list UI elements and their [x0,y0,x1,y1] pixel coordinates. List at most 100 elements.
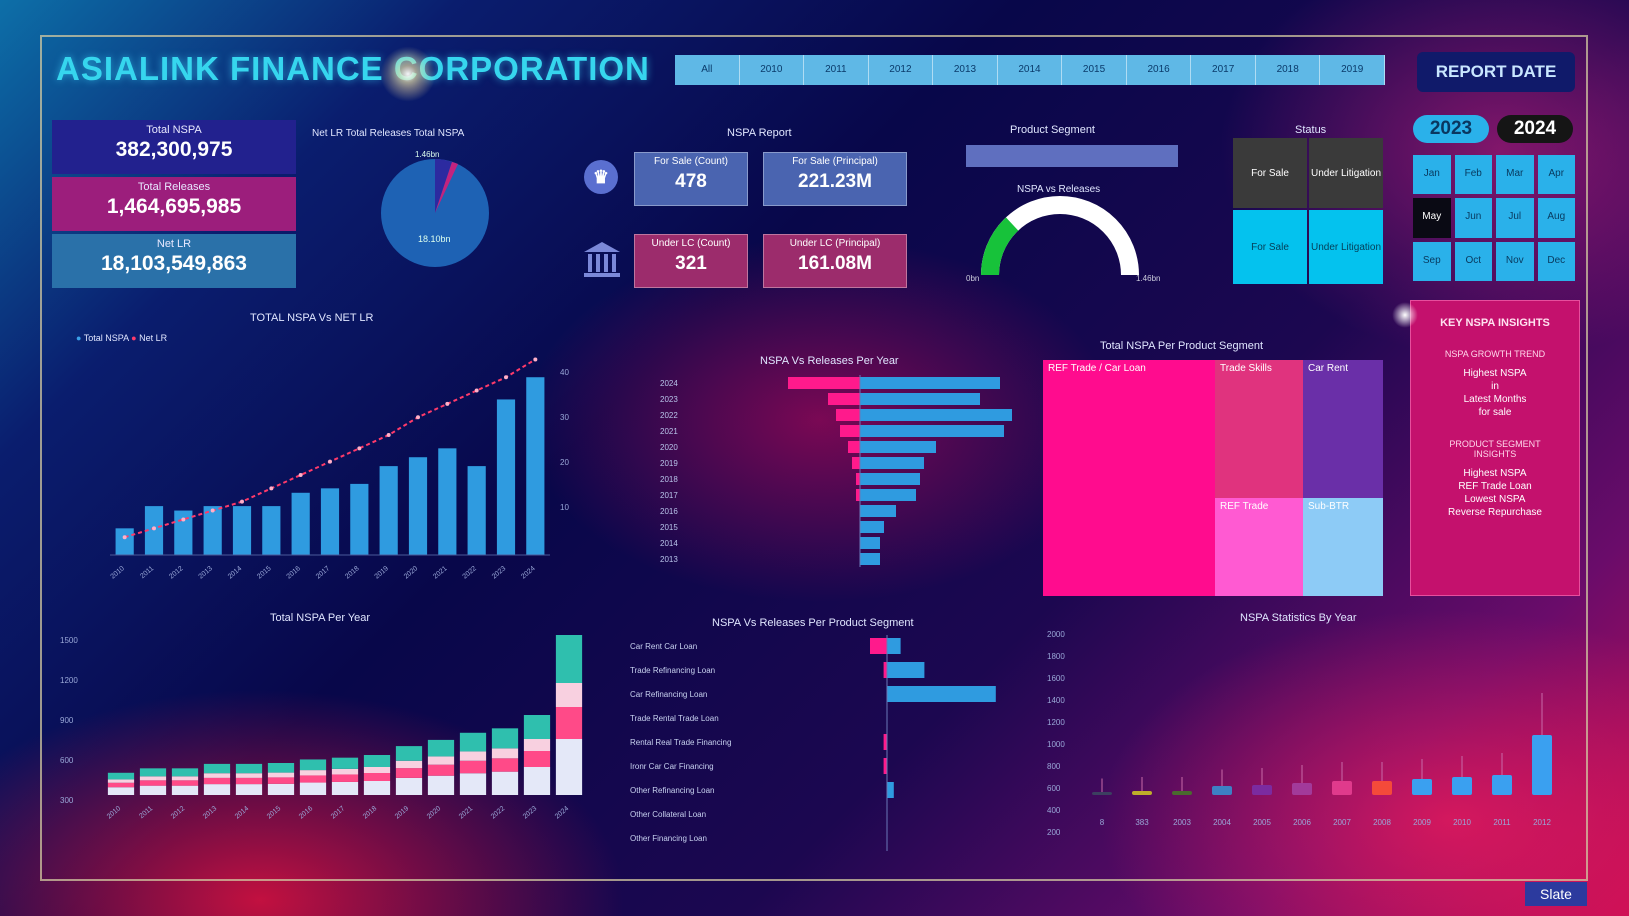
card-label: For Sale (Principal) [792,156,878,167]
bar-segment [139,776,167,781]
bar [860,393,980,405]
bar [174,510,193,555]
chart-nspa-vs-releases-year[interactable]: 2024 2023 2022 2021 2020 2019 2018 2017 2016 2015… [640,365,1020,595]
year-tab[interactable]: 2011 [804,55,869,85]
month-button[interactable]: Dec [1537,241,1575,281]
year-tab[interactable]: 2012 [869,55,934,85]
year-button-2023[interactable]: 2023 [1413,115,1489,143]
product-segment-title: Product Segment [1010,124,1095,136]
tick-label: 383 [1135,818,1149,827]
year-tab[interactable]: 2015 [1062,55,1127,85]
bar-segment [523,739,551,751]
treemap-block[interactable]: Sub-BTR [1303,498,1383,596]
bar-segment [331,768,359,775]
legend-item: Total NSPA [83,333,129,343]
treemap-block[interactable]: REF Trade [1215,498,1303,596]
product-segment-dropdown[interactable] [966,145,1178,167]
tick-label: 2003 [1173,818,1191,827]
report-date-button[interactable]: REPORT DATE [1417,52,1575,92]
bar-segment [459,751,487,761]
donut-chart[interactable]: 1.46bn 18.10bn [370,145,500,275]
status-matrix[interactable]: For Sale Under Litigation For Sale Under… [1233,138,1383,284]
month-button[interactable]: Oct [1454,241,1492,281]
card-for-sale-count: For Sale (Count) 478 [634,152,748,206]
year-button-2024[interactable]: 2024 [1497,115,1573,143]
line-point [210,508,215,513]
line-point [122,535,127,540]
year-tab[interactable]: 2017 [1191,55,1256,85]
tick-label: 2019 [394,805,411,820]
slate-button[interactable]: Slate [1525,882,1587,906]
month-button[interactable]: Aug [1537,198,1575,238]
bar [883,758,887,774]
month-button[interactable]: Sep [1413,241,1451,281]
year-tab[interactable]: 2016 [1127,55,1192,85]
year-slicer[interactable]: All 2010 2011 2012 2013 2014 2015 2016 2017 2018 2… [675,55,1386,85]
status-cell[interactable]: For Sale [1233,138,1307,208]
chart-nspa-statistics[interactable]: 2000180016001400120010008006004002008 383… [1045,625,1575,855]
month-button[interactable]: Jan [1413,155,1451,195]
chart-nspa-per-year[interactable]: 1500 1200 900 600 300 2010 2011 2012 2013 2014 201… [55,625,600,855]
bar [883,662,887,678]
bar [887,782,894,798]
bar-segment [139,780,167,786]
tick-label: Car Refinancing Loan [630,690,707,699]
year-tab[interactable]: 2018 [1256,55,1321,85]
chart-nspa-vs-netlr[interactable]: 2010 2011 2012 2013 2014 2015 2016 2017 2018 2019… [60,345,620,585]
tick-label: 2011 [1493,818,1511,827]
status-cell[interactable]: Under Litigation [1309,210,1383,284]
month-button[interactable]: May [1413,198,1451,238]
month-button[interactable]: Feb [1454,155,1492,195]
gauge-chart: 0bn 1.46bn [966,196,1160,283]
treemap-chart[interactable]: REF Trade / Car Loan Trade Skills Car Re… [1043,360,1383,596]
status-title: Status [1295,124,1327,136]
tick-label: 2016 [286,565,303,580]
insights-text: Highest NSPA in Latest Months for sale [1463,368,1527,418]
treemap-block[interactable]: REF Trade / Car Loan [1043,360,1215,596]
month-slicer[interactable]: Jan Feb Mar Apr May Jun Jul Aug Sep Oct Nov Dec [1413,155,1575,281]
treemap-block[interactable]: Car Rent [1303,360,1383,498]
tick-label: 2017 [330,805,347,820]
bar-segment [267,763,295,773]
bar-segment [331,781,359,795]
status-cell[interactable]: For Sale [1233,210,1307,284]
card-under-lc-count: Under LC (Count) 321 [634,234,748,288]
bar-segment [331,757,359,769]
bar-segment [235,784,263,795]
month-button[interactable]: Apr [1537,155,1575,195]
year-tab[interactable]: All [675,55,740,85]
month-button[interactable]: Mar [1496,155,1534,195]
chart-nspa-vs-releases-segment[interactable]: Car Rent Car Loan Trade Refinancing Loan C… [625,630,1025,855]
tick-label: 2011 [138,805,154,820]
gauge-min-label: 0bn [966,274,979,283]
bar-segment [299,770,327,776]
month-button[interactable]: Nov [1496,241,1534,281]
bar-segment [363,781,391,795]
year-tab[interactable]: 2019 [1320,55,1386,85]
bar [291,492,310,555]
year-tab[interactable]: 2014 [998,55,1063,85]
treemap-block[interactable]: Trade Skills [1215,360,1303,498]
year-tab[interactable]: 2010 [740,55,805,85]
month-button[interactable]: Jul [1496,198,1534,238]
year-tab[interactable]: 2013 [933,55,998,85]
month-button[interactable]: Jun [1454,198,1492,238]
tick-label: 1000 [1047,740,1065,749]
line-point [181,517,186,522]
bar-segment [555,635,583,683]
tick-label: 2010 [110,565,127,580]
bar [232,506,252,555]
tick-label: Other Refinancing Loan [630,786,715,795]
bar [887,638,901,654]
line-point [152,526,156,531]
card-label: Under LC (Count) [651,238,731,249]
status-cell[interactable]: Under Litigation [1309,138,1383,208]
tick-label: Trade Refinancing Loan [630,666,715,675]
tick-label: 2013 [660,555,678,564]
tick-label: 2011 [139,565,155,580]
tick-label: 10 [560,503,569,512]
tick-label: Other Financing Loan [630,834,707,843]
bar-segment [427,739,455,757]
gauge-track [981,196,1139,276]
tick-label: 1400 [1047,696,1065,705]
